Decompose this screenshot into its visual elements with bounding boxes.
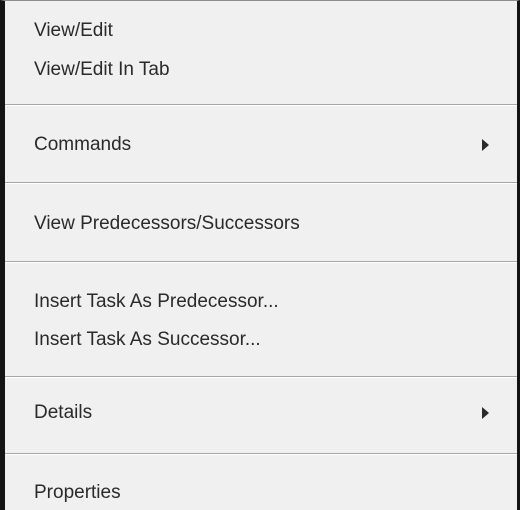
menu-item-view-edit-in-tab[interactable]: View/Edit In Tab (34, 56, 503, 84)
menu-item-commands[interactable]: Commands (34, 131, 503, 159)
submenu-arrow-icon (482, 407, 489, 419)
menu-item-details-label: Details (34, 402, 93, 423)
menu-separator (5, 376, 517, 378)
menu-separator (5, 104, 517, 106)
menu-item-view-edit-label: View/Edit (34, 20, 113, 41)
menu-item-insert-task-as-successor[interactable]: Insert Task As Successor... (34, 326, 503, 354)
menu-item-insert-task-as-predecessor[interactable]: Insert Task As Predecessor... (34, 288, 503, 316)
menu-separator (5, 182, 517, 184)
context-menu: View/Edit View/Edit In Tab Commands View… (0, 0, 520, 510)
menu-item-view-predecessors-successors-label: View Predecessors/Successors (34, 213, 300, 234)
menu-item-insert-task-as-successor-label: Insert Task As Successor... (34, 329, 261, 350)
menu-item-view-predecessors-successors[interactable]: View Predecessors/Successors (34, 210, 503, 238)
menu-item-view-edit-in-tab-label: View/Edit In Tab (34, 59, 170, 80)
menu-item-view-edit[interactable]: View/Edit (34, 17, 503, 45)
menu-item-insert-task-as-predecessor-label: Insert Task As Predecessor... (34, 291, 279, 312)
menu-item-commands-label: Commands (34, 134, 132, 155)
menu-item-properties[interactable]: Properties (34, 479, 503, 507)
menu-item-details[interactable]: Details (34, 399, 503, 427)
menu-item-properties-label: Properties (34, 482, 121, 503)
submenu-arrow-icon (482, 139, 489, 151)
menu-separator (5, 453, 517, 455)
menu-separator (5, 261, 517, 263)
